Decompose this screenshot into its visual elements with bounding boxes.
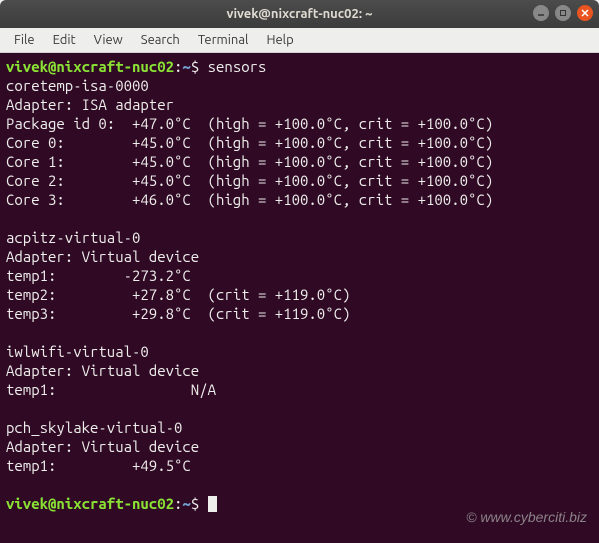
close-icon <box>581 9 589 17</box>
terminal-window: vivek@nixcraft-nuc02: ~ File Edit View S… <box>0 0 599 543</box>
maximize-icon <box>559 9 567 17</box>
menubar: File Edit View Search Terminal Help <box>0 28 599 53</box>
terminal-body[interactable]: vivek@nixcraft-nuc02:~$ sensors coretemp… <box>0 53 599 543</box>
minimize-icon <box>537 9 545 17</box>
menu-edit[interactable]: Edit <box>45 30 84 50</box>
window-title: vivek@nixcraft-nuc02: ~ <box>227 7 373 21</box>
close-button[interactable] <box>577 5 593 21</box>
menu-terminal[interactable]: Terminal <box>190 30 257 50</box>
titlebar: vivek@nixcraft-nuc02: ~ <box>0 0 599 28</box>
menu-search[interactable]: Search <box>133 30 188 50</box>
watermark: © www.cyberciti.biz <box>466 509 587 525</box>
menu-help[interactable]: Help <box>258 30 301 50</box>
minimize-button[interactable] <box>533 5 549 21</box>
menu-view[interactable]: View <box>86 30 131 50</box>
maximize-button[interactable] <box>555 5 571 21</box>
menu-file[interactable]: File <box>6 30 43 50</box>
window-controls <box>533 5 593 21</box>
